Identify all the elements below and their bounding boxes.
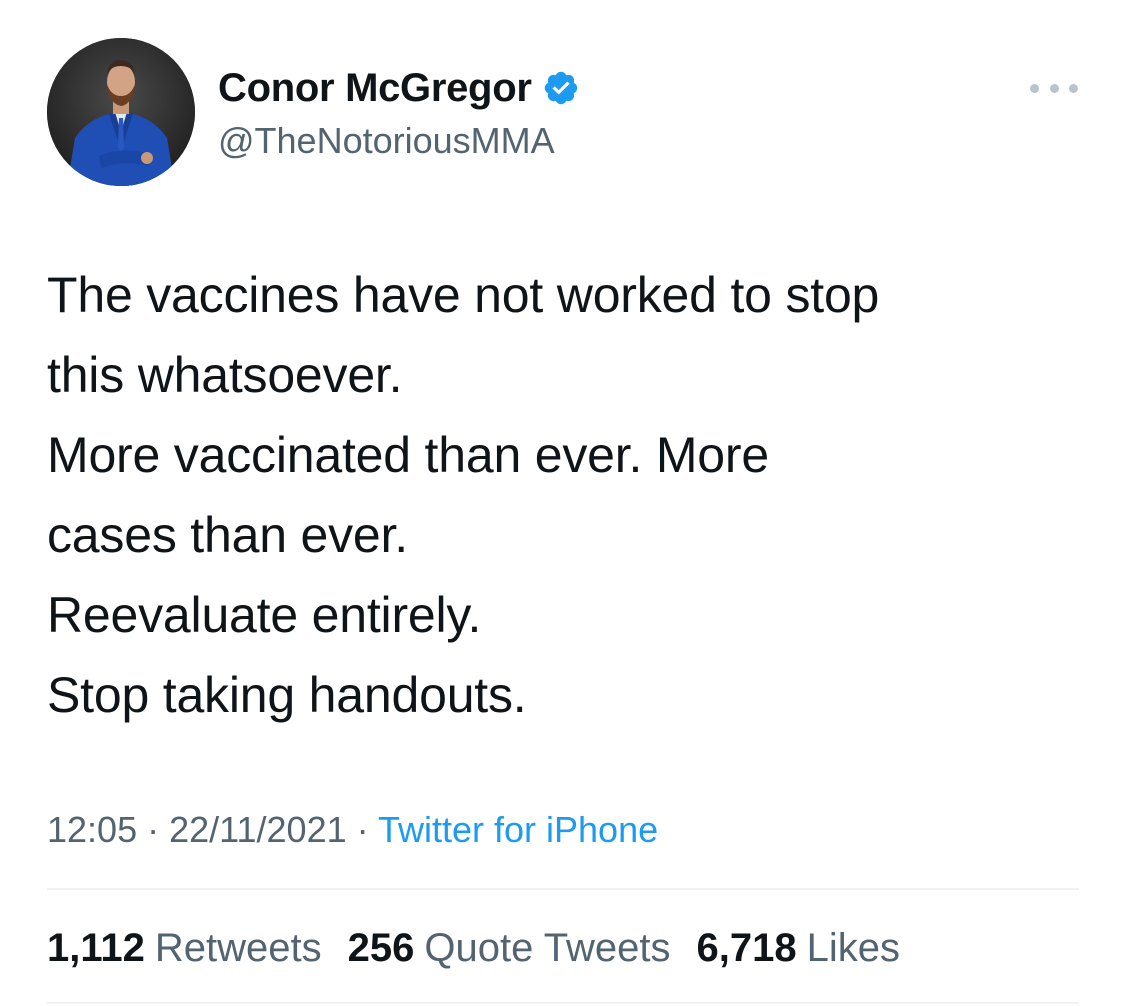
more-dot [1030, 83, 1039, 93]
more-options-icon[interactable] [1030, 80, 1078, 96]
tweet-line: this whatsoever. [47, 347, 403, 403]
author-block: Conor McGregor @TheNotoriousMMA [218, 62, 580, 162]
user-handle[interactable]: @TheNotoriousMMA [218, 120, 580, 162]
tweet-line: Stop taking handouts. [47, 667, 527, 723]
display-name[interactable]: Conor McGregor [218, 66, 532, 111]
tweet-text: The vaccines have not worked to stop thi… [47, 255, 1087, 735]
tweet-line: The vaccines have not worked to stop [47, 267, 880, 323]
more-dot [1069, 83, 1078, 93]
quote-tweets-stat[interactable]: 256 Quote Tweets [348, 922, 671, 974]
retweets-stat[interactable]: 1,112 Retweets [47, 922, 322, 974]
likes-label: Likes [806, 926, 900, 970]
tweet-line: cases than ever. [47, 507, 408, 563]
quote-tweets-count: 256 [347, 926, 415, 970]
tweet-card: Conor McGregor @TheNotoriousMMA The vacc… [0, 0, 1125, 1006]
divider [47, 888, 1079, 890]
divider [47, 1002, 1079, 1004]
tweet-source-link[interactable]: Twitter for iPhone [378, 809, 658, 850]
retweets-label: Retweets [154, 926, 322, 970]
verified-badge-icon [542, 69, 580, 107]
profile-photo-icon [47, 38, 195, 186]
tweet-line: More vaccinated than ever. More [47, 427, 769, 483]
engagement-stats: 1,112 Retweets 256 Quote Tweets 6,718 Likes [47, 922, 926, 974]
retweets-count: 1,112 [47, 926, 145, 970]
quote-tweets-label: Quote Tweets [424, 926, 671, 970]
more-dot [1049, 83, 1059, 93]
meta-separator: · [147, 809, 170, 850]
tweet-date[interactable]: 22/11/2021 [169, 809, 347, 850]
name-row: Conor McGregor [218, 62, 580, 114]
likes-stat[interactable]: 6,718 Likes [696, 922, 900, 974]
meta-separator: · [356, 809, 378, 850]
tweet-meta: 12:05 · 22/11/2021 · Twitter for iPhone [47, 806, 658, 854]
likes-count: 6,718 [696, 926, 797, 970]
tweet-line: Reevaluate entirely. [47, 587, 482, 643]
avatar[interactable] [47, 38, 195, 186]
tweet-time[interactable]: 12:05 [47, 809, 137, 850]
